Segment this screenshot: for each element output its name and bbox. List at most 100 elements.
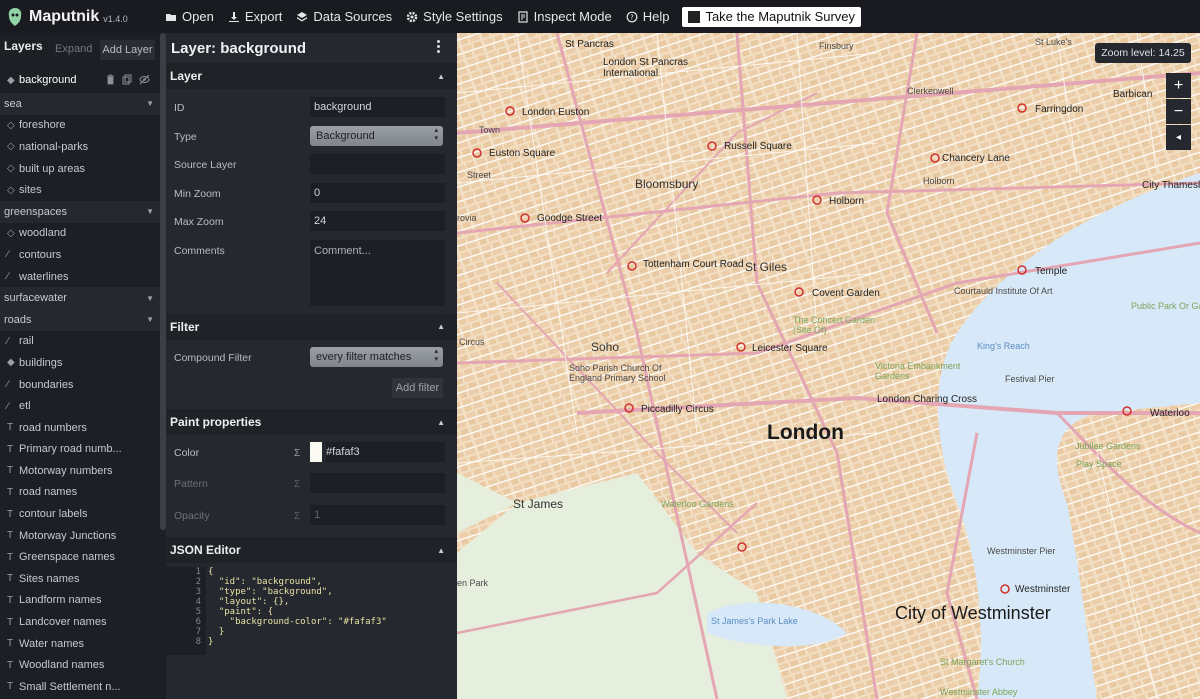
min-zoom-input[interactable]: 0 — [310, 182, 445, 203]
layer-item[interactable]: T Primary road numb... — [0, 439, 160, 461]
layer-item[interactable]: T Greenspace names — [0, 546, 160, 568]
layer-item[interactable]: Troad numbers — [0, 417, 160, 439]
color-property: Color Σ #fafaf3 — [166, 438, 457, 469]
map-label-waterloo: Waterloo — [1150, 408, 1190, 419]
sigma-icon[interactable]: Σ — [294, 511, 300, 522]
min-zoom-property: Min Zoom 0 — [166, 179, 457, 208]
map-label-bloomsbury: Bloomsbury — [635, 177, 699, 191]
layer-item[interactable]: T Motorway numbers — [0, 460, 160, 482]
trash-icon[interactable] — [106, 74, 115, 85]
map-view[interactable]: Zoom level: 14.25 + − ◂ St Pancras London… — [457, 33, 1200, 699]
fill-layer-icon: ◆ — [7, 74, 15, 86]
layer-item[interactable]: ◇ foreshore — [0, 115, 160, 137]
chevron-down-icon: ▼ — [146, 315, 154, 325]
layer-item[interactable]: T Landcover names — [0, 611, 160, 633]
source-layer-label: Source Layer — [174, 159, 237, 171]
zoom-out-button[interactable]: − — [1166, 99, 1191, 124]
compound-filter-select[interactable]: every filter matches — [310, 346, 443, 367]
editor-title: Layer: background — [171, 39, 307, 57]
layer-type-icon: T — [7, 508, 14, 520]
layer-item[interactable]: ◇ woodland — [0, 223, 160, 245]
color-swatch[interactable] — [310, 442, 322, 462]
layer-item[interactable]: Troad names — [0, 482, 160, 504]
layer-group-roads[interactable]: roads ▼ — [0, 308, 160, 331]
layer-item[interactable]: T Woodland names — [0, 654, 160, 676]
editor-header: Layer: background — [166, 33, 457, 63]
inspect-mode-label: Inspect Mode — [533, 9, 612, 24]
add-layer-button[interactable]: Add Layer — [100, 40, 155, 60]
layer-item[interactable]: T Small Settlement n... — [0, 676, 160, 698]
layer-item[interactable]: ∕ rail — [0, 331, 160, 353]
color-input[interactable]: #fafaf3 — [326, 442, 445, 462]
visibility-off-icon[interactable] — [139, 74, 150, 85]
collapse-caret-icon: ▲ — [437, 322, 445, 331]
layer-item-label: Small Settlement n... — [19, 680, 121, 693]
more-vertical-icon[interactable] — [437, 40, 441, 55]
map-label-courtauld: Courtauld Institute Of Art — [954, 286, 1053, 296]
layer-item[interactable]: T Motorway Junctions — [0, 525, 160, 547]
layer-section-title: Layer — [170, 69, 203, 83]
json-section-header[interactable]: JSON Editor ▲ — [166, 537, 457, 563]
layer-item[interactable]: T Sites names — [0, 568, 160, 590]
sigma-icon[interactable]: Σ — [294, 448, 300, 459]
map-label-london: London — [767, 421, 844, 444]
pattern-input[interactable] — [310, 473, 445, 493]
layer-item-label: national-parks — [19, 140, 89, 153]
opacity-input[interactable]: 1 — [310, 505, 445, 525]
layer-item[interactable]: ◆ buildings — [0, 352, 160, 374]
map-label-public-park: Public Park Or Garden — [1131, 301, 1200, 311]
map-label-concert-garden: The Concert Garden (Site Of) — [793, 315, 876, 335]
layer-item[interactable]: T Water names — [0, 633, 160, 655]
id-input[interactable]: background — [310, 97, 445, 117]
layer-item[interactable]: ∕ waterlines — [0, 266, 160, 288]
add-filter-button[interactable]: Add filter — [392, 378, 443, 398]
layer-item[interactable]: ∕ boundaries — [0, 374, 160, 396]
open-button[interactable]: Open — [158, 0, 221, 33]
style-settings-button[interactable]: Style Settings — [399, 0, 510, 33]
layer-item[interactable]: ∕ etl — [0, 395, 160, 417]
type-select[interactable]: Background — [310, 125, 443, 146]
json-editor[interactable]: 12345678 { "id": "background", "type": "… — [166, 563, 457, 659]
layer-type-icon: ◇ — [7, 163, 15, 175]
layer-item-background[interactable]: ◆ background — [0, 67, 160, 93]
id-label: ID — [174, 102, 185, 114]
data-sources-button[interactable]: Data Sources — [289, 0, 399, 33]
layer-item[interactable]: ◇ national-parks — [0, 136, 160, 158]
source-layer-input[interactable] — [310, 154, 445, 174]
help-button[interactable]: ? Help — [619, 0, 677, 33]
comments-property: Comments Comment... — [166, 236, 457, 312]
paint-section-header[interactable]: Paint properties ▲ — [166, 409, 457, 435]
survey-button[interactable]: Take the Maputnik Survey — [682, 6, 862, 27]
line-number: 7 — [195, 627, 201, 637]
max-zoom-input[interactable]: 24 — [310, 211, 445, 231]
zoom-in-button[interactable]: + — [1166, 73, 1191, 98]
json-line: } — [208, 627, 225, 637]
layer-group-sea[interactable]: sea ▼ — [0, 93, 160, 115]
line-number: 1 — [195, 567, 201, 577]
layer-section-header[interactable]: Layer ▲ — [166, 63, 457, 89]
layer-group-greenspaces[interactable]: greenspaces ▼ — [0, 200, 160, 223]
inspect-mode-button[interactable]: Inspect Mode — [510, 0, 619, 33]
comments-textarea[interactable]: Comment... — [310, 239, 445, 306]
export-button[interactable]: Export — [221, 0, 290, 33]
map-label-goodge-street: Goodge Street — [537, 213, 603, 224]
layer-item[interactable]: Tcontour labels — [0, 503, 160, 525]
layer-item[interactable]: T Landform names — [0, 590, 160, 612]
json-code[interactable]: { "id": "background", "type": "backgroun… — [208, 567, 387, 647]
layer-item[interactable]: ◇ sites — [0, 179, 160, 201]
layer-item[interactable]: ∕ contours — [0, 244, 160, 266]
zoom-level-badge: Zoom level: 14.25 — [1095, 43, 1191, 63]
layer-item-label: etl — [19, 400, 31, 413]
layer-type-icon: T — [7, 616, 14, 628]
sigma-icon[interactable]: Σ — [294, 479, 300, 490]
json-line: { — [208, 567, 214, 577]
id-property: ID background — [166, 93, 457, 122]
compass-button[interactable]: ◂ — [1166, 125, 1191, 150]
layer-item[interactable]: ◇ built up areas — [0, 158, 160, 180]
layer-group-surfacewater[interactable]: surfacewater ▼ — [0, 287, 160, 309]
layer-item-label: Motorway numbers — [19, 464, 113, 477]
duplicate-icon[interactable] — [122, 74, 132, 85]
chevron-down-icon: ▼ — [146, 207, 154, 217]
filter-section-header[interactable]: Filter ▲ — [166, 313, 457, 340]
expand-button[interactable]: Expand — [55, 43, 92, 55]
